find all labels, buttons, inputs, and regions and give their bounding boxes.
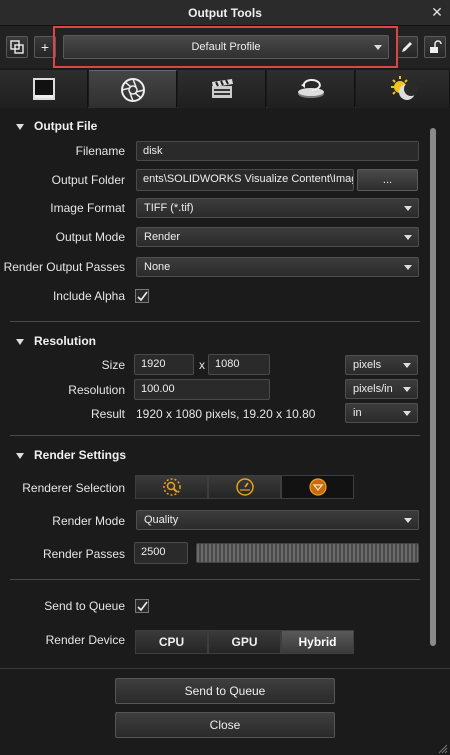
send-to-queue-button[interactable]: Send to Queue [115,678,335,704]
width-input[interactable]: 1920 [134,354,194,375]
render-passes-label: Render Passes [42,547,125,561]
output-mode-select[interactable]: Render [136,227,419,247]
renderer-preview-button[interactable] [135,475,208,499]
image-format-value: TIFF (*.tif) [144,202,194,214]
device-hybrid-button[interactable]: Hybrid [281,630,354,654]
section-render-settings[interactable]: Render Settings [16,448,126,462]
tab-sunstudy[interactable] [356,70,450,108]
chevron-down-icon [403,363,411,368]
preview-renderer-icon [162,478,181,496]
sun-moon-icon [390,76,418,100]
chevron-down-icon [403,387,411,392]
renderer-accurate-button[interactable] [281,475,354,499]
window-title: Output Tools [188,6,262,20]
scrollbar-thumb[interactable] [430,128,436,646]
close-button[interactable]: Close [115,712,335,738]
settings-panel: Output File Filename disk Output Folder … [0,109,426,669]
send-to-queue-label: Send to Queue [44,599,125,613]
collapse-triangle-icon [16,123,24,130]
lock-icon[interactable] [424,36,446,58]
collapse-triangle-icon [16,338,24,345]
close-icon[interactable]: ✕ [430,4,444,20]
output-folder-input[interactable]: ents\SOLIDWORKS Visualize Content\Images [136,169,354,191]
accurate-renderer-icon [308,478,327,496]
section-divider [10,435,420,436]
fast-renderer-icon [235,478,254,496]
chevron-down-icon [404,265,412,270]
chevron-down-icon [374,45,382,50]
tab-video[interactable] [178,70,266,108]
duplicate-profile-icon[interactable] [6,36,28,58]
tab-animation[interactable] [89,70,177,108]
send-to-queue-checkbox[interactable] [135,599,149,613]
render-mode-value: Quality [144,514,179,526]
profile-label: Default Profile [191,41,261,53]
include-alpha-label: Include Alpha [52,289,125,303]
footer-divider [0,668,450,669]
collapse-triangle-icon [16,452,24,459]
browse-folder-button[interactable]: ... [357,169,418,191]
resize-grip-icon[interactable] [438,743,448,754]
resolution-input[interactable]: 100.00 [134,379,270,400]
device-gpu-button[interactable]: GPU [208,630,281,654]
device-cpu-button[interactable]: CPU [135,630,208,654]
image-format-select[interactable]: TIFF (*.tif) [136,198,419,218]
height-input[interactable]: 1080 [208,354,270,375]
output-mode-label: Output Mode [55,230,125,244]
result-unit-value: in [353,407,362,419]
render-output-passes-label: Render Output Passes [3,260,125,274]
renderer-selection-label: Renderer Selection [22,481,125,495]
chevron-down-icon [403,411,411,416]
resolution-label: Resolution [68,383,125,397]
clapperboard-icon [211,79,233,98]
result-label: Result [90,407,125,421]
render-passes-input[interactable]: 2500 [134,542,188,564]
tab-turntable[interactable] [267,70,355,108]
image-format-label: Image Format [50,201,125,215]
size-unit-select[interactable]: pixels [345,355,418,375]
result-unit-select[interactable]: in [345,403,418,423]
section-divider [10,579,420,580]
renderer-fast-button[interactable] [208,475,281,499]
section-resolution[interactable]: Resolution [16,334,96,348]
resolution-unit-select[interactable]: pixels/in [345,379,418,399]
size-unit-value: pixels [353,359,382,371]
title-bar: Output Tools ✕ [0,0,450,26]
section-divider [10,321,420,322]
include-alpha-checkbox[interactable] [135,289,149,303]
size-label: Size [101,358,125,372]
image-output-icon [32,78,55,100]
resolution-unit-value: pixels/in [353,383,393,395]
checkmark-icon [137,291,148,302]
edit-profile-icon[interactable] [396,36,418,58]
result-value: 1920 x 1080 pixels, 19.20 x 10.80 [136,407,316,421]
profile-dropdown[interactable]: Default Profile [63,35,389,59]
turntable-icon [297,79,324,98]
render-device-label: Render Device [45,633,125,647]
output-folder-label: Output Folder [51,173,125,187]
checkmark-icon [137,601,148,612]
aperture-icon [120,77,145,102]
chevron-down-icon [404,206,412,211]
output-mode-value: Render [144,231,181,243]
section-render-settings-title: Render Settings [34,448,127,462]
filename-input[interactable]: disk [136,141,419,161]
chevron-down-icon [404,518,412,523]
render-passes-slider[interactable] [196,543,419,563]
section-resolution-title: Resolution [34,334,96,348]
chevron-down-icon [404,235,412,240]
render-mode-label: Render Mode [52,514,125,528]
filename-label: Filename [75,144,125,158]
render-mode-select[interactable]: Quality [136,510,419,530]
output-tabs [0,68,450,108]
render-output-passes-select[interactable]: None [136,257,419,277]
section-output-file-title: Output File [34,119,98,133]
render-output-passes-value: None [144,261,171,273]
section-output-file[interactable]: Output File [16,119,97,133]
tab-image[interactable] [0,70,88,108]
size-separator: x [199,358,205,372]
